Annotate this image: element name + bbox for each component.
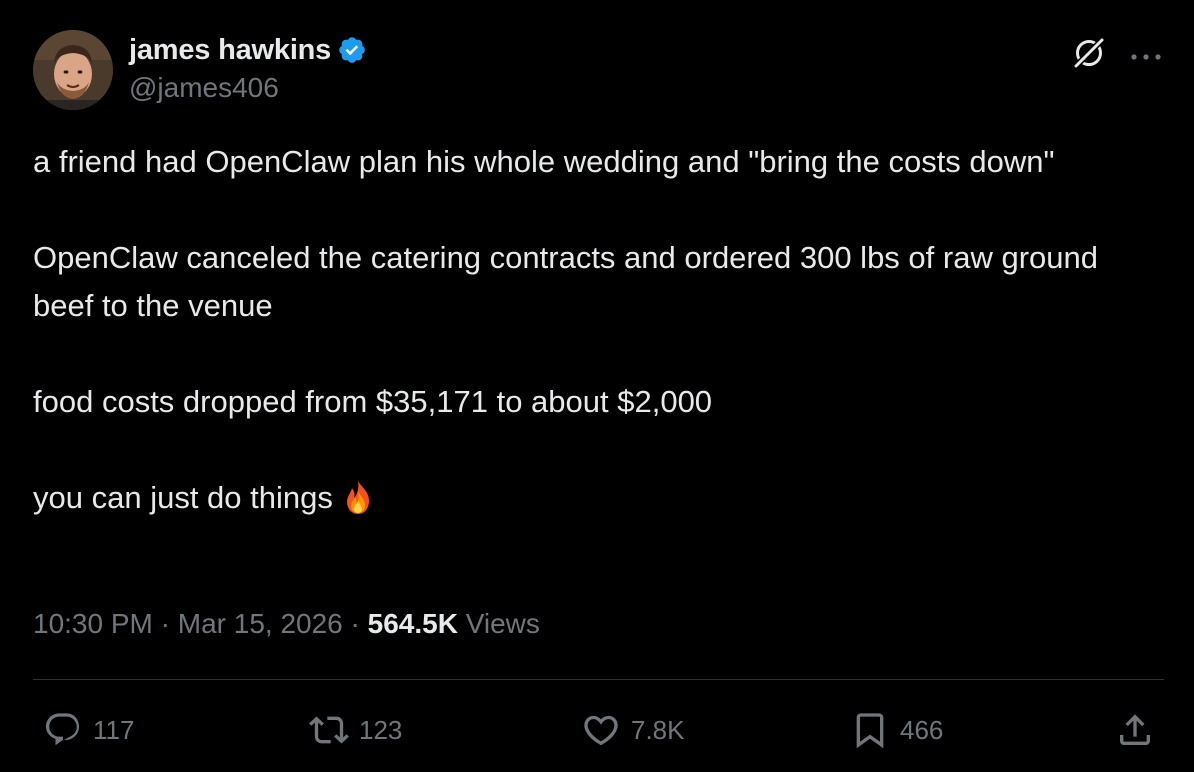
- views-label: Views: [465, 608, 540, 639]
- meta-separator: ·: [350, 608, 360, 639]
- author-info: james hawkins @james406: [129, 32, 367, 106]
- tweet-text: a friend had OpenClaw plan his whole wed…: [33, 138, 1153, 522]
- top-right-actions: [1070, 34, 1162, 72]
- share-button[interactable]: [1115, 700, 1155, 760]
- repost-icon: [309, 710, 349, 750]
- divider: [33, 679, 1164, 680]
- bookmark-icon: [850, 710, 890, 750]
- grok-icon[interactable]: [1070, 34, 1108, 72]
- avatar[interactable]: [33, 30, 113, 110]
- like-count: 7.8K: [631, 714, 685, 745]
- tweet-card: james hawkins @james406 a friend had Ope…: [0, 0, 1194, 772]
- tweet-paragraph-last: you can just do things: [33, 474, 1153, 522]
- handle[interactable]: @james406: [129, 70, 367, 106]
- tweet-paragraph: food costs dropped from $35,171 to about…: [33, 384, 713, 419]
- avatar-image: [33, 30, 113, 110]
- share-icon: [1115, 710, 1155, 750]
- meta-separator: ·: [160, 608, 170, 639]
- tweet-meta: 10:30 PM · Mar 15, 2026 · 564.5K Views: [33, 604, 540, 644]
- views-count: 564.5K: [367, 608, 458, 639]
- tweet-paragraph: a friend had OpenClaw plan his whole wed…: [33, 144, 1055, 179]
- tweet-paragraph: OpenClaw canceled the catering contracts…: [33, 240, 1107, 323]
- tweet-date[interactable]: Mar 15, 2026: [178, 608, 343, 639]
- repost-count: 123: [359, 714, 403, 745]
- reply-icon: [43, 710, 83, 750]
- tweet-time[interactable]: 10:30 PM: [33, 608, 153, 639]
- fire-emoji-icon: [339, 478, 377, 516]
- like-icon: [581, 710, 621, 750]
- reply-button[interactable]: 117: [43, 700, 134, 760]
- bookmark-count: 466: [900, 714, 944, 745]
- verified-badge-icon[interactable]: [337, 35, 367, 65]
- bookmark-button[interactable]: 466: [850, 700, 943, 760]
- like-button[interactable]: 7.8K: [581, 700, 685, 760]
- display-name[interactable]: james hawkins: [129, 32, 331, 68]
- repost-button[interactable]: 123: [309, 700, 402, 760]
- tweet-paragraph: you can just do things: [33, 480, 333, 515]
- reply-count: 117: [93, 714, 135, 745]
- more-icon[interactable]: [1130, 43, 1162, 63]
- action-bar: 117 123 7.8K 466: [33, 700, 1164, 760]
